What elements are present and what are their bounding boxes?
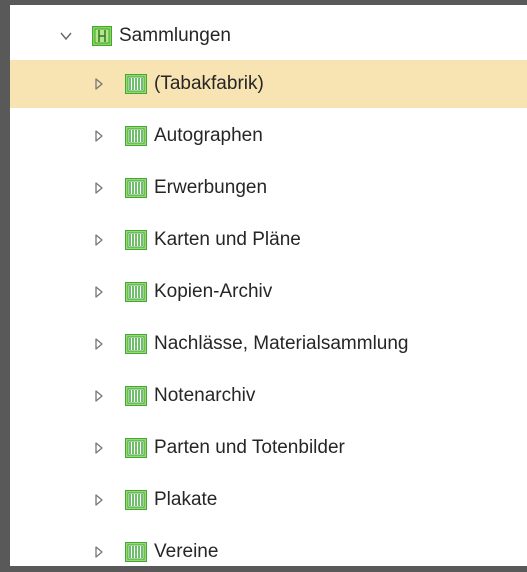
caret-right-icon[interactable] — [92, 545, 106, 559]
caret-right-icon[interactable] — [92, 233, 106, 247]
archive-series-icon — [125, 230, 147, 250]
tree-item-label[interactable]: Autographen — [154, 125, 263, 147]
tree-root-row[interactable]: Sammlungen — [10, 12, 527, 60]
archive-series-icon — [125, 438, 147, 458]
tree-item[interactable]: (Tabakfabrik) — [10, 60, 527, 108]
caret-right-icon[interactable] — [92, 441, 106, 455]
caret-right-icon[interactable] — [92, 337, 106, 351]
tree-panel: Sammlungen (Tabakfabrik) Autographen Erwer… — [10, 5, 527, 566]
tree-item[interactable]: Parten und Totenbilder — [10, 424, 527, 472]
tree-item-label[interactable]: Erwerbungen — [154, 177, 267, 199]
tree-item-label[interactable]: Plakate — [154, 489, 217, 511]
tree-item-label[interactable]: Parten und Totenbilder — [154, 437, 345, 459]
caret-right-icon[interactable] — [92, 129, 106, 143]
tree-item[interactable]: Kopien-Archiv — [10, 268, 527, 316]
archive-series-icon — [125, 74, 147, 94]
tree-item[interactable]: Vereine — [10, 528, 527, 566]
tree-item[interactable]: Nachlässe, Materialsammlung — [10, 320, 527, 368]
tree-root-label[interactable]: Sammlungen — [119, 25, 231, 47]
tree-item[interactable]: Notenarchiv — [10, 372, 527, 420]
tree-item-label[interactable]: Vereine — [154, 541, 218, 563]
tree-item[interactable]: Plakate — [10, 476, 527, 524]
tree-item-label[interactable]: Karten und Pläne — [154, 229, 301, 251]
caret-right-icon[interactable] — [92, 389, 106, 403]
tree-item-label[interactable]: Nachlässe, Materialsammlung — [154, 333, 409, 355]
tree-item[interactable]: Autographen — [10, 112, 527, 160]
caret-right-icon[interactable] — [92, 181, 106, 195]
tree-item-label[interactable]: Kopien-Archiv — [154, 281, 272, 303]
caret-right-icon[interactable] — [92, 285, 106, 299]
archive-series-icon — [125, 282, 147, 302]
collection-folder-icon — [92, 26, 112, 46]
archive-series-icon — [125, 334, 147, 354]
archive-series-icon — [125, 178, 147, 198]
caret-right-icon[interactable] — [92, 77, 106, 91]
archive-series-icon — [125, 126, 147, 146]
tree-item[interactable]: Erwerbungen — [10, 164, 527, 212]
tree-item-label[interactable]: (Tabakfabrik) — [154, 73, 264, 95]
tree-item-label[interactable]: Notenarchiv — [154, 385, 255, 407]
tree-item[interactable]: Karten und Pläne — [10, 216, 527, 264]
archive-series-icon — [125, 490, 147, 510]
archive-series-icon — [125, 386, 147, 406]
archive-series-icon — [125, 542, 147, 562]
caret-down-icon[interactable] — [59, 29, 73, 43]
caret-right-icon[interactable] — [92, 493, 106, 507]
